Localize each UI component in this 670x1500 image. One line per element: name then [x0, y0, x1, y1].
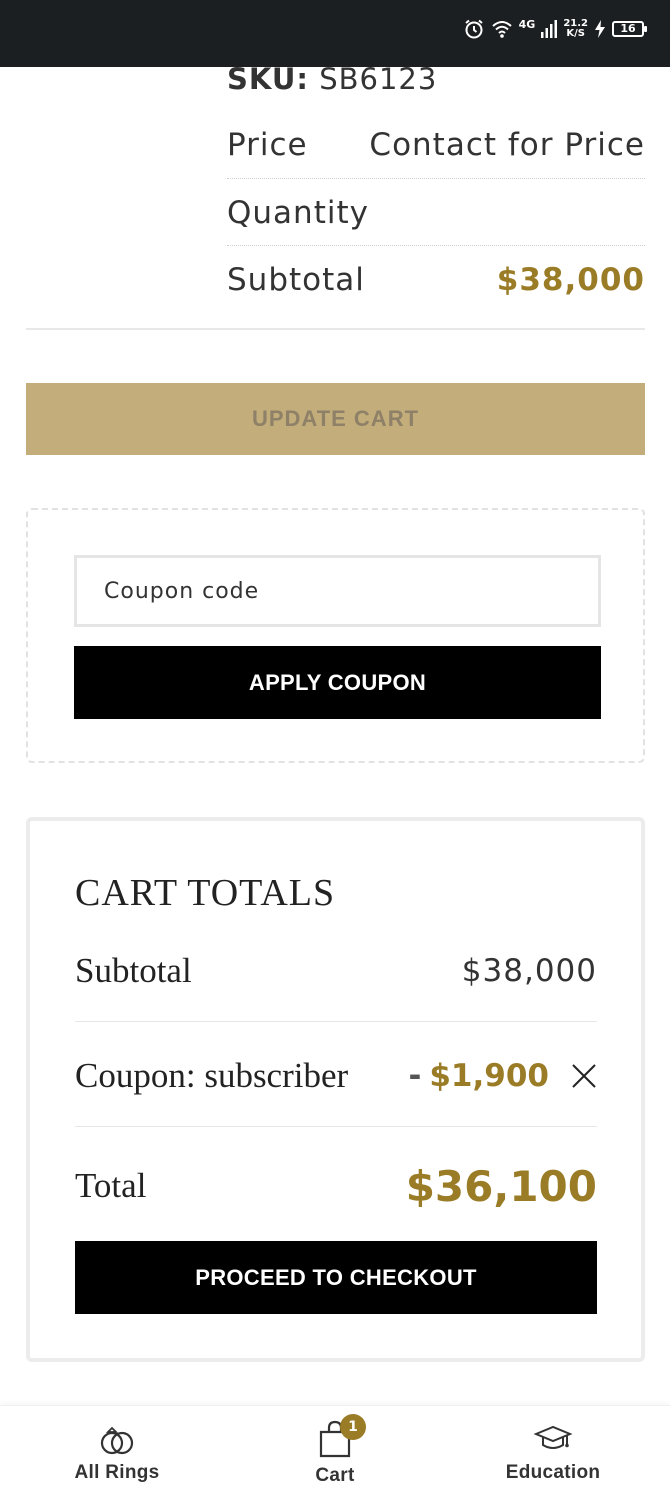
- totals-subtotal-label: Subtotal: [75, 951, 192, 990]
- price-row: Price Contact for Price: [227, 120, 645, 170]
- totals-divider: [75, 1126, 597, 1127]
- coupon-discount-amount: - $1,900: [408, 1058, 549, 1094]
- total-value: $36,100: [405, 1161, 597, 1211]
- row-divider: [227, 245, 645, 246]
- totals-divider: [75, 1021, 597, 1022]
- subtotal-row: Subtotal $38,000: [227, 255, 645, 305]
- sku-label: SKU:: [227, 62, 309, 96]
- section-divider: [26, 328, 645, 330]
- bottom-navigation: All Rings 1 Cart Education: [0, 1405, 670, 1500]
- network-speed-unit: K/S: [566, 28, 585, 39]
- quantity-row: Quantity: [227, 188, 645, 238]
- graduation-cap-icon: [534, 1425, 572, 1449]
- nav-item-all-rings[interactable]: All Rings: [17, 1406, 217, 1500]
- signal-icon: [541, 20, 558, 38]
- cart-icon-wrap: 1: [318, 1406, 366, 1463]
- sku-value: SB6123: [319, 62, 438, 96]
- totals-total-row: Total $36,100: [75, 1156, 597, 1216]
- coupon-discount: - $1,900: [408, 1058, 597, 1094]
- charging-icon: [595, 20, 605, 38]
- status-icons: 4G 21.2 K/S 16: [463, 16, 647, 42]
- status-bar: 4G 21.2 K/S 16: [0, 0, 670, 67]
- nav-item-cart[interactable]: 1 Cart: [235, 1406, 435, 1500]
- cart-totals-panel: CART TOTALS Subtotal $38,000 Coupon: sub…: [26, 817, 645, 1362]
- network-speed: 21.2 K/S: [563, 19, 588, 39]
- wifi-icon: [491, 21, 512, 38]
- apply-coupon-button[interactable]: APPLY COUPON: [74, 646, 601, 719]
- coupon-label: Coupon: subscriber: [75, 1056, 349, 1095]
- total-label: Total: [75, 1166, 147, 1205]
- coupon-discount-dash: -: [408, 1058, 422, 1094]
- nav-label-education: Education: [505, 1462, 601, 1483]
- nav-label-all-rings: All Rings: [74, 1462, 160, 1483]
- subtotal-label: Subtotal: [227, 262, 365, 298]
- totals-subtotal-value: $38,000: [461, 953, 597, 989]
- row-divider: [227, 178, 645, 179]
- coupon-section: APPLY COUPON: [26, 508, 645, 763]
- proceed-to-checkout-button[interactable]: PROCEED TO CHECKOUT: [75, 1241, 597, 1314]
- rings-icon: [100, 1426, 134, 1455]
- quantity-label: Quantity: [227, 195, 369, 231]
- cart-count-badge: 1: [340, 1414, 366, 1440]
- network-type: 4G: [518, 17, 536, 31]
- coupon-code-input[interactable]: [74, 555, 601, 627]
- nav-item-education[interactable]: Education: [453, 1406, 653, 1500]
- update-cart-button[interactable]: UPDATE CART: [26, 383, 645, 455]
- sku-line: SKU: SB6123: [227, 62, 437, 96]
- totals-coupon-row: Coupon: subscriber - $1,900: [75, 1051, 597, 1101]
- subtotal-value: $38,000: [496, 262, 645, 298]
- price-label: Price: [227, 127, 308, 163]
- coupon-discount-value: $1,900: [429, 1058, 549, 1094]
- nav-label-cart: Cart: [315, 1465, 355, 1486]
- battery-indicator: 16: [612, 21, 647, 37]
- totals-subtotal-row: Subtotal $38,000: [75, 946, 597, 996]
- cart-totals-title: CART TOTALS: [75, 872, 336, 914]
- alarm-icon: [464, 19, 483, 39]
- remove-coupon-icon[interactable]: [571, 1063, 597, 1089]
- price-value: Contact for Price: [369, 127, 645, 163]
